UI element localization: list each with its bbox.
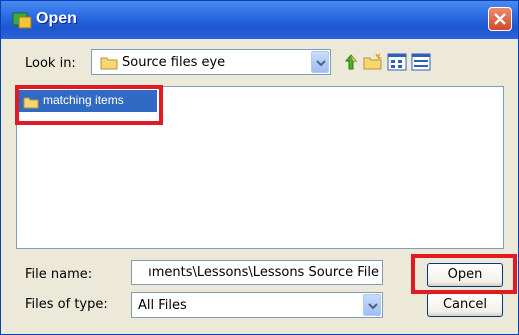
file-name-value: ıments\Lessons\Lessons Source File xyxy=(148,265,379,280)
details-view-button[interactable] xyxy=(411,52,431,72)
open-dialog: Open Look in: Source files eye matching … xyxy=(0,0,519,335)
dropdown-arrow-button[interactable] xyxy=(311,51,329,73)
files-of-type-dropdown[interactable]: All Files xyxy=(131,292,383,318)
look-in-value: Source files eye xyxy=(122,55,226,70)
new-folder-icon xyxy=(363,53,383,70)
close-button[interactable] xyxy=(488,7,512,31)
cancel-button[interactable]: Cancel xyxy=(427,293,503,317)
list-view-button[interactable] xyxy=(387,52,407,72)
dropdown-arrow-button[interactable] xyxy=(363,294,381,316)
files-of-type-label: Files of type: xyxy=(25,297,108,312)
details-view-icon xyxy=(411,53,431,71)
up-folder-icon xyxy=(344,54,358,70)
app-icon xyxy=(12,10,32,30)
highlight-box xyxy=(411,254,517,294)
highlight-box xyxy=(15,85,163,125)
chevron-down-icon xyxy=(316,60,326,67)
list-view-icon xyxy=(387,53,407,71)
look-in-label: Look in: xyxy=(25,56,76,71)
up-one-level-button[interactable] xyxy=(341,52,361,72)
chevron-down-icon xyxy=(368,303,378,310)
look-in-dropdown[interactable]: Source files eye xyxy=(91,49,331,75)
title-bar[interactable]: Open xyxy=(1,1,518,39)
files-of-type-value: All Files xyxy=(138,298,187,313)
folder-icon xyxy=(100,55,118,74)
file-name-label: File name: xyxy=(25,267,93,282)
close-icon xyxy=(494,13,506,25)
file-name-input[interactable]: ıments\Lessons\Lessons Source File xyxy=(131,260,383,285)
window-title: Open xyxy=(36,10,77,27)
new-folder-button[interactable] xyxy=(363,52,383,72)
